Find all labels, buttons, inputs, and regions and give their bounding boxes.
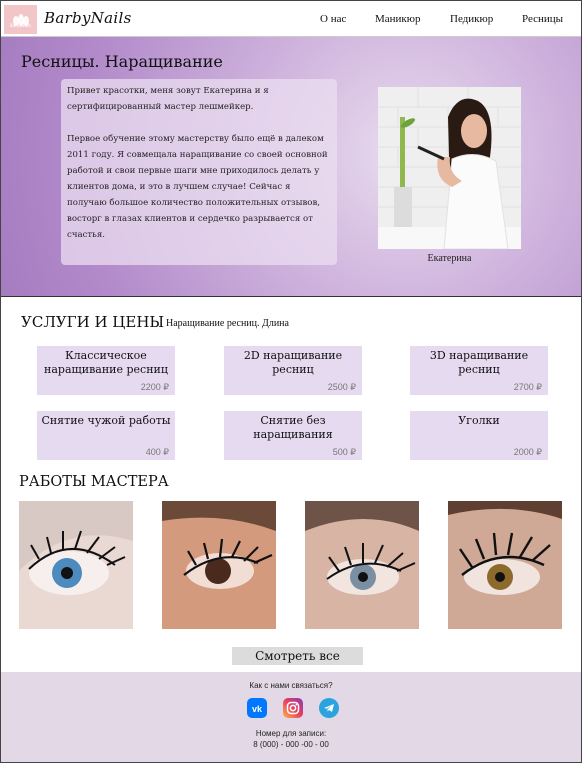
- intro-paragraph: Первое обучение этому мастерству было ещ…: [67, 134, 328, 240]
- work-photo[interactable]: [448, 501, 562, 629]
- logo-text[interactable]: BarbyNails: [44, 9, 132, 27]
- service-card[interactable]: 3D наращивание ресниц 2700 ₽: [410, 346, 548, 395]
- service-name: 3D наращивание ресниц: [429, 349, 529, 376]
- service-price: 2000 ₽: [511, 447, 542, 458]
- service-price: 500 ₽: [330, 447, 356, 458]
- work-photo[interactable]: [162, 501, 276, 629]
- telegram-icon[interactable]: [319, 698, 339, 718]
- phone-number[interactable]: 8 (000) - 000 -00 - 00: [1, 740, 581, 749]
- logo-badge-text: BarbyNails: [9, 23, 32, 28]
- service-price: 400 ₽: [143, 447, 169, 458]
- services-subtitle: Наращивание ресниц. Длина: [166, 318, 289, 329]
- service-price: 2200 ₽: [138, 382, 169, 393]
- works-title: РАБОТЫ МАСТЕРА: [19, 474, 169, 490]
- page: BarbyNails BarbyNails О нас Маникюр Педи…: [0, 0, 582, 763]
- service-card[interactable]: Снятие без наращивания 500 ₽: [224, 411, 362, 460]
- master-photo: [378, 87, 521, 249]
- services-title: УСЛУГИ И ЦЕНЫ: [21, 313, 165, 331]
- intro-card: Привет красотки, меня зовут Екатерина и …: [61, 79, 337, 265]
- nav-about[interactable]: О нас: [320, 13, 346, 25]
- work-photo[interactable]: [305, 501, 419, 629]
- service-name: Классическое наращивание ресниц: [44, 349, 168, 376]
- service-price: 2700 ₽: [511, 382, 542, 393]
- contact-question: Как с нами связаться?: [249, 681, 333, 690]
- service-card[interactable]: Снятие чужой работы 400 ₽: [37, 411, 175, 460]
- logo-badge[interactable]: BarbyNails: [4, 5, 37, 34]
- nav-eyelashes[interactable]: Ресницы: [522, 13, 563, 25]
- service-name: Уголки: [458, 414, 500, 427]
- intro-paragraph: Привет красотки, меня зовут Екатерина и …: [67, 86, 269, 112]
- service-card[interactable]: Классическое наращивание ресниц 2200 ₽: [37, 346, 175, 395]
- footer: Как с нами связаться? vk Номер для запис…: [1, 672, 581, 762]
- phone-label: Номер для записи:: [255, 729, 327, 738]
- nav-pedicure[interactable]: Педикюр: [450, 13, 493, 25]
- service-card[interactable]: Уголки 2000 ₽: [410, 411, 548, 460]
- hero-section: Ресницы. Наращивание Привет красотки, ме…: [1, 37, 581, 297]
- service-price: 2500 ₽: [325, 382, 356, 393]
- work-photo[interactable]: [19, 501, 133, 629]
- service-card[interactable]: 2D наращивание ресниц 2500 ₽: [224, 346, 362, 395]
- instagram-icon[interactable]: [283, 698, 303, 718]
- see-all-button[interactable]: Смотреть все: [232, 647, 363, 665]
- service-name: Снятие без наращивания: [253, 414, 333, 441]
- vk-icon[interactable]: vk: [247, 698, 267, 718]
- svg-text:vk: vk: [252, 704, 263, 713]
- nav-manicure[interactable]: Маникюр: [375, 13, 421, 25]
- service-name: 2D наращивание ресниц: [243, 349, 343, 376]
- header: BarbyNails BarbyNails О нас Маникюр Педи…: [1, 1, 581, 37]
- page-title: Ресницы. Наращивание: [21, 52, 223, 71]
- photo-caption: Екатерина: [427, 253, 472, 264]
- service-name: Снятие чужой работы: [41, 414, 171, 427]
